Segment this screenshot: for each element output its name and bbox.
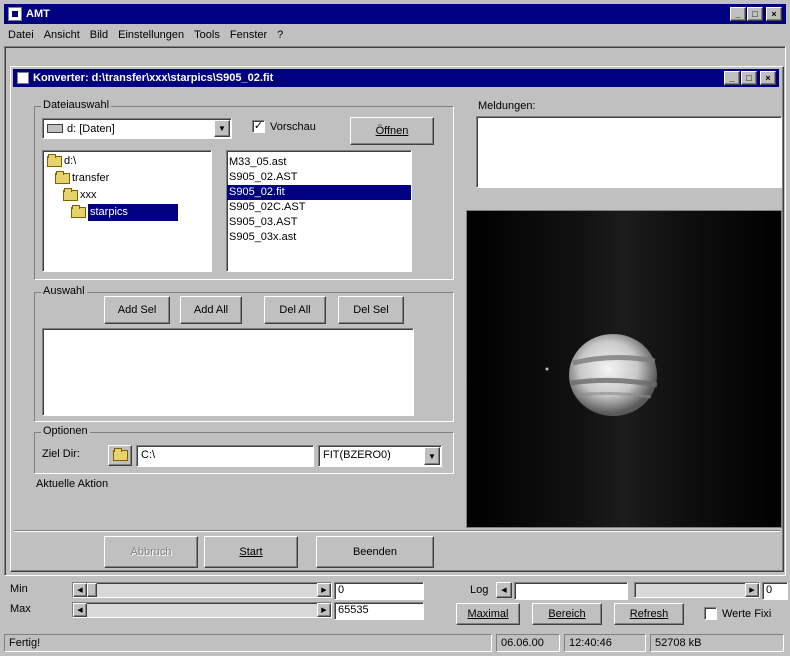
directory-tree[interactable]: d:\ transfer xxx starpics — [42, 150, 212, 272]
app-title-bar: AMT _ □ × — [4, 4, 786, 24]
konverter-close-button[interactable]: × — [760, 71, 776, 85]
max-scrollbar[interactable]: ◀ ▶ — [72, 602, 332, 618]
beenden-button[interactable]: Beenden — [316, 536, 434, 568]
menu-tools[interactable]: Tools — [194, 29, 220, 41]
preview-image — [466, 210, 782, 528]
drive-dropdown-arrow-icon[interactable]: ▼ — [214, 120, 230, 137]
format-select[interactable]: FIT(BZERO0) ▼ — [318, 445, 442, 467]
file-item-selected[interactable]: S905_02.fit — [227, 185, 411, 200]
add-all-button[interactable]: Add All — [180, 296, 242, 324]
tree-item-drive[interactable]: d:\ — [43, 153, 211, 170]
app-maximize-button[interactable]: □ — [747, 7, 763, 21]
konverter-title: Konverter: d:\transfer\xxx\starpics\S905… — [33, 72, 274, 84]
app-icon — [8, 7, 22, 21]
meldungen-box[interactable] — [476, 116, 782, 188]
folder-open-icon — [63, 188, 78, 201]
folder-icon — [112, 448, 128, 461]
app-minimize-button[interactable]: _ — [730, 7, 746, 21]
file-list[interactable]: M33_05.ast S905_02.AST S905_02.fit S905_… — [226, 150, 412, 272]
maximal-button[interactable]: Maximal — [456, 603, 520, 625]
konverter-minimize-button[interactable]: _ — [724, 71, 740, 85]
dateiauswahl-label: Dateiauswahl — [41, 99, 112, 111]
max-scroll-right-icon[interactable]: ▶ — [317, 603, 331, 617]
min-label: Min — [10, 583, 28, 595]
status-bar: Fertig! 06.06.00 12:40:46 52708 kB — [4, 634, 786, 654]
log-label: Log — [470, 584, 489, 596]
min-scroll-left-icon[interactable]: ◀ — [73, 583, 87, 597]
tree-item-xxx[interactable]: xxx — [43, 187, 211, 204]
drive-select[interactable]: d: [Daten] ▼ — [42, 118, 232, 139]
file-item[interactable]: M33_05.ast — [227, 155, 411, 170]
app-title: AMT — [26, 8, 50, 20]
meldungen-label: Meldungen: — [478, 100, 536, 112]
right-scrollbar[interactable]: ▶ — [634, 582, 760, 598]
bereich-button[interactable]: Bereich — [532, 603, 602, 625]
abbruch-button[interactable]: Abbruch — [104, 536, 198, 568]
app-close-button[interactable]: × — [766, 7, 782, 21]
del-all-button[interactable]: Del All — [264, 296, 326, 324]
optionen-label: Optionen — [41, 425, 90, 437]
max-value-field[interactable]: 65535 — [334, 602, 424, 620]
drive-icon — [47, 124, 63, 133]
min-scroll-thumb[interactable] — [87, 583, 97, 597]
browse-folder-button[interactable] — [108, 445, 132, 466]
jupiter-image — [467, 211, 781, 527]
status-memory: 52708 kB — [650, 634, 784, 652]
log-field[interactable] — [514, 582, 628, 600]
menu-bild[interactable]: Bild — [90, 29, 108, 41]
status-time: 12:40:46 — [564, 634, 646, 652]
vorschau-label: Vorschau — [270, 120, 316, 133]
menu-einstellungen[interactable]: Einstellungen — [118, 29, 184, 41]
del-sel-button[interactable]: Del Sel — [338, 296, 404, 324]
menu-fenster[interactable]: Fenster — [230, 29, 267, 41]
ziel-dir-label: Ziel Dir: — [42, 448, 80, 460]
werte-check-icon[interactable] — [704, 607, 717, 620]
oeffnen-label: Öffnen — [375, 125, 409, 137]
max-scroll-left-icon[interactable]: ◀ — [73, 603, 87, 617]
log-scroll-left-icon[interactable]: ◀ — [496, 582, 512, 598]
right-scroll-right-icon[interactable]: ▶ — [745, 583, 759, 597]
werte-checkbox[interactable]: Werte Fixi — [704, 607, 771, 620]
file-item[interactable]: S905_03.AST — [227, 215, 411, 230]
menu-help[interactable]: ? — [277, 29, 283, 41]
drive-value: d: [Daten] — [67, 122, 115, 135]
file-item[interactable]: S905_02.AST — [227, 170, 411, 185]
konverter-icon — [17, 72, 29, 84]
werte-label: Werte Fixi — [722, 607, 772, 620]
max-label: Max — [10, 603, 31, 615]
min-scroll-right-icon[interactable]: ▶ — [317, 583, 331, 597]
vorschau-check-icon[interactable]: ✓ — [252, 120, 265, 133]
folder-open-icon — [47, 154, 62, 167]
konverter-title-bar: Konverter: d:\transfer\xxx\starpics\S905… — [13, 69, 779, 87]
add-sel-button[interactable]: Add Sel — [104, 296, 170, 324]
file-item[interactable]: S905_02C.AST — [227, 200, 411, 215]
status-text: Fertig! — [4, 634, 492, 652]
right-value-field[interactable]: 0 — [762, 582, 788, 600]
oeffnen-button[interactable]: Öffnen — [350, 117, 434, 145]
min-scrollbar[interactable]: ◀ ▶ — [72, 582, 332, 598]
file-item[interactable]: S905_03x.ast — [227, 230, 411, 245]
aktuelle-aktion-label: Aktuelle Aktion — [36, 478, 109, 490]
konverter-maximize-button[interactable]: □ — [741, 71, 757, 85]
vorschau-checkbox[interactable]: ✓ Vorschau — [252, 120, 316, 133]
menu-ansicht[interactable]: Ansicht — [44, 29, 80, 41]
tree-item-transfer[interactable]: transfer — [43, 170, 211, 187]
menu-datei[interactable]: Datei — [8, 29, 34, 41]
status-date: 06.06.00 — [496, 634, 560, 652]
tree-item-starpics[interactable]: starpics — [43, 204, 211, 221]
menu-bar: Datei Ansicht Bild Einstellungen Tools F… — [8, 26, 293, 44]
ziel-dir-input[interactable]: C:\ — [136, 445, 314, 467]
start-button[interactable]: Start — [204, 536, 298, 568]
format-value: FIT(BZERO0) — [323, 449, 391, 461]
folder-open-icon — [55, 171, 70, 184]
auswahl-list[interactable] — [42, 328, 414, 416]
format-dropdown-arrow-icon[interactable]: ▼ — [424, 447, 440, 465]
refresh-button[interactable]: Refresh — [614, 603, 684, 625]
min-value-field[interactable]: 0 — [334, 582, 424, 600]
bottom-divider — [14, 530, 780, 532]
auswahl-label: Auswahl — [41, 285, 87, 297]
folder-open-icon — [71, 205, 86, 218]
